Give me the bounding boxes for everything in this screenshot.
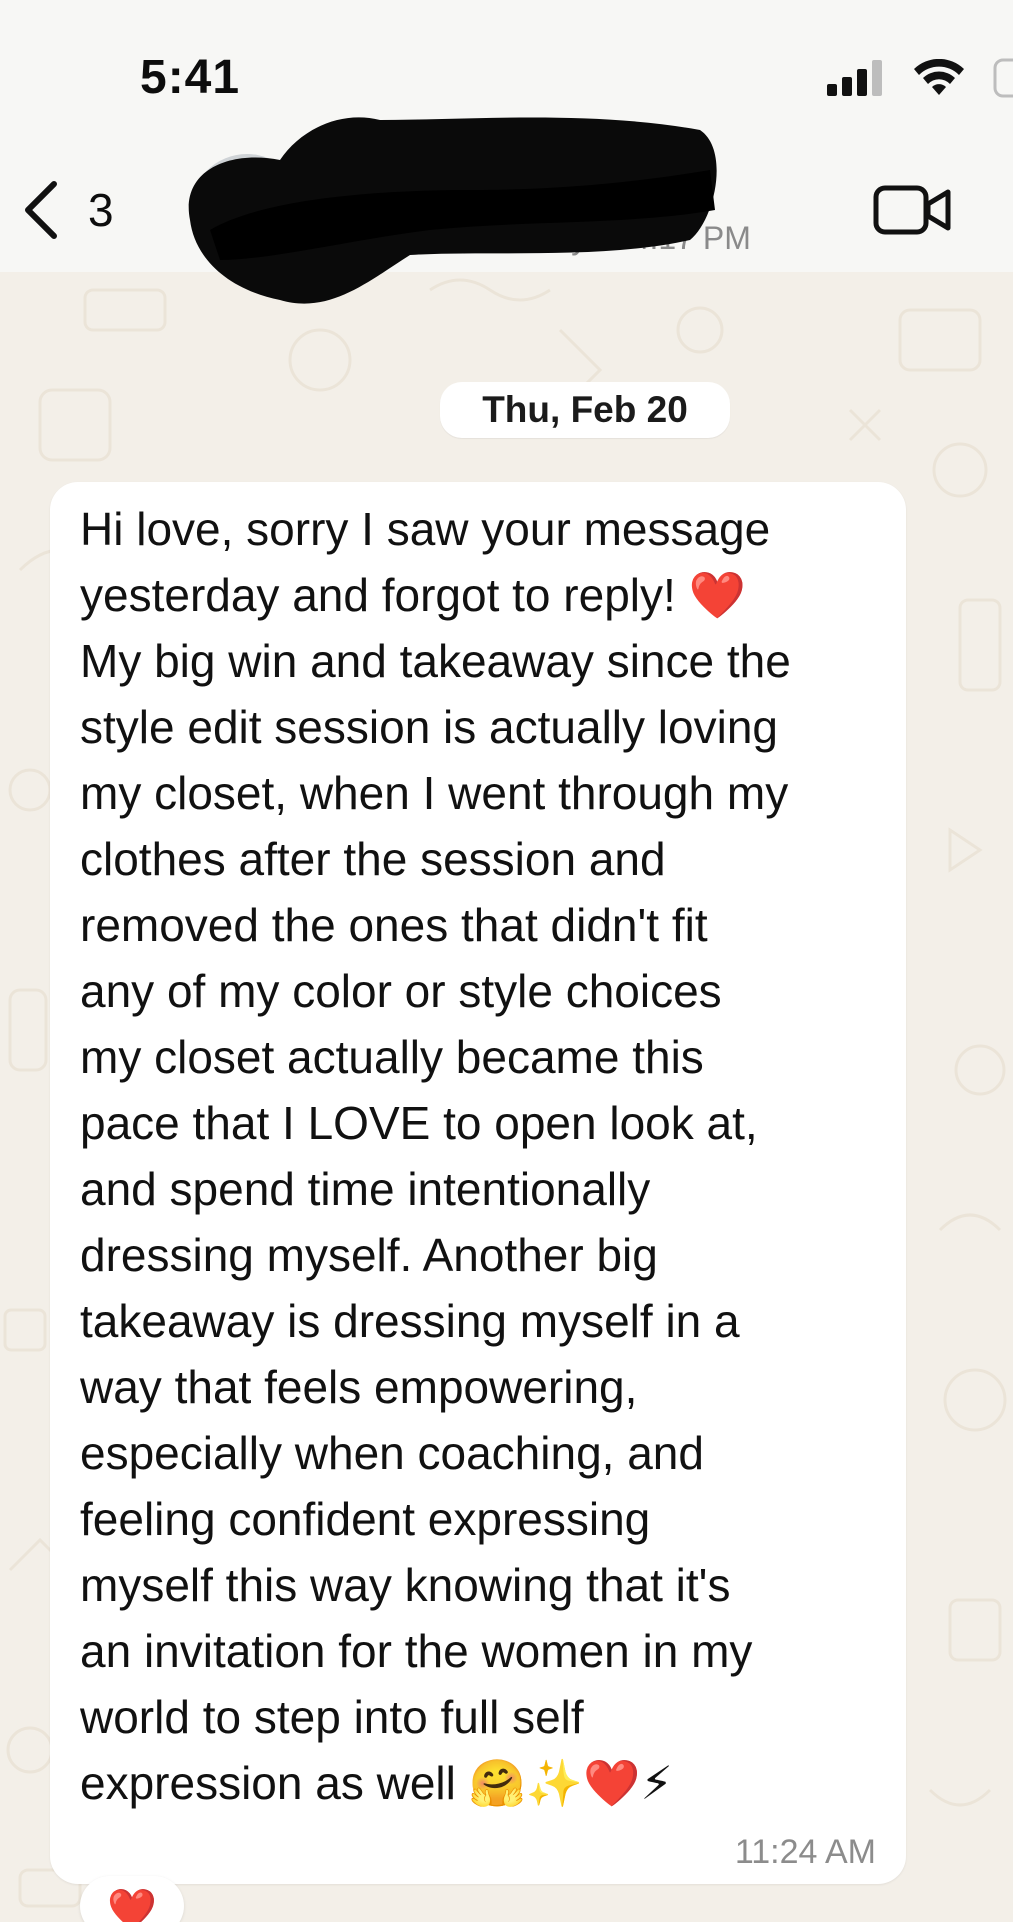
incoming-message-bubble[interactable]: Hi love, sorry I saw your message yester…: [50, 482, 906, 1884]
status-bar: 5:41: [0, 0, 1013, 150]
message-text: Hi love, sorry I saw your message yester…: [80, 503, 791, 1809]
chevron-left-icon: [25, 181, 57, 239]
status-time: 5:41: [140, 51, 241, 104]
video-call-icon[interactable]: [872, 180, 952, 240]
message-reaction[interactable]: ❤️: [80, 1876, 184, 1922]
cellular-signal-icon: [827, 60, 882, 96]
date-separator: Thu, Feb 20: [440, 382, 730, 438]
contact-info[interactable]: Michal Schuster last seen today at 4:17 …: [320, 158, 780, 258]
contact-status: last seen today at 4:17 PM: [372, 220, 751, 256]
avatar[interactable]: [190, 154, 304, 268]
back-button[interactable]: 3: [20, 170, 140, 250]
message-timestamp: 11:24 AM: [734, 1833, 876, 1871]
status-icons: [827, 58, 1013, 98]
unread-count: 3: [88, 184, 114, 236]
contact-name: Michal Schuster: [320, 164, 658, 213]
chat-header: 3 Michal Schuster last seen today at 4:1…: [0, 117, 1013, 304]
battery-icon: [993, 58, 1013, 98]
chat-screen: 5:41 3 Michal Schuster last seen today a…: [0, 0, 1013, 1922]
wifi-icon: [914, 59, 964, 95]
